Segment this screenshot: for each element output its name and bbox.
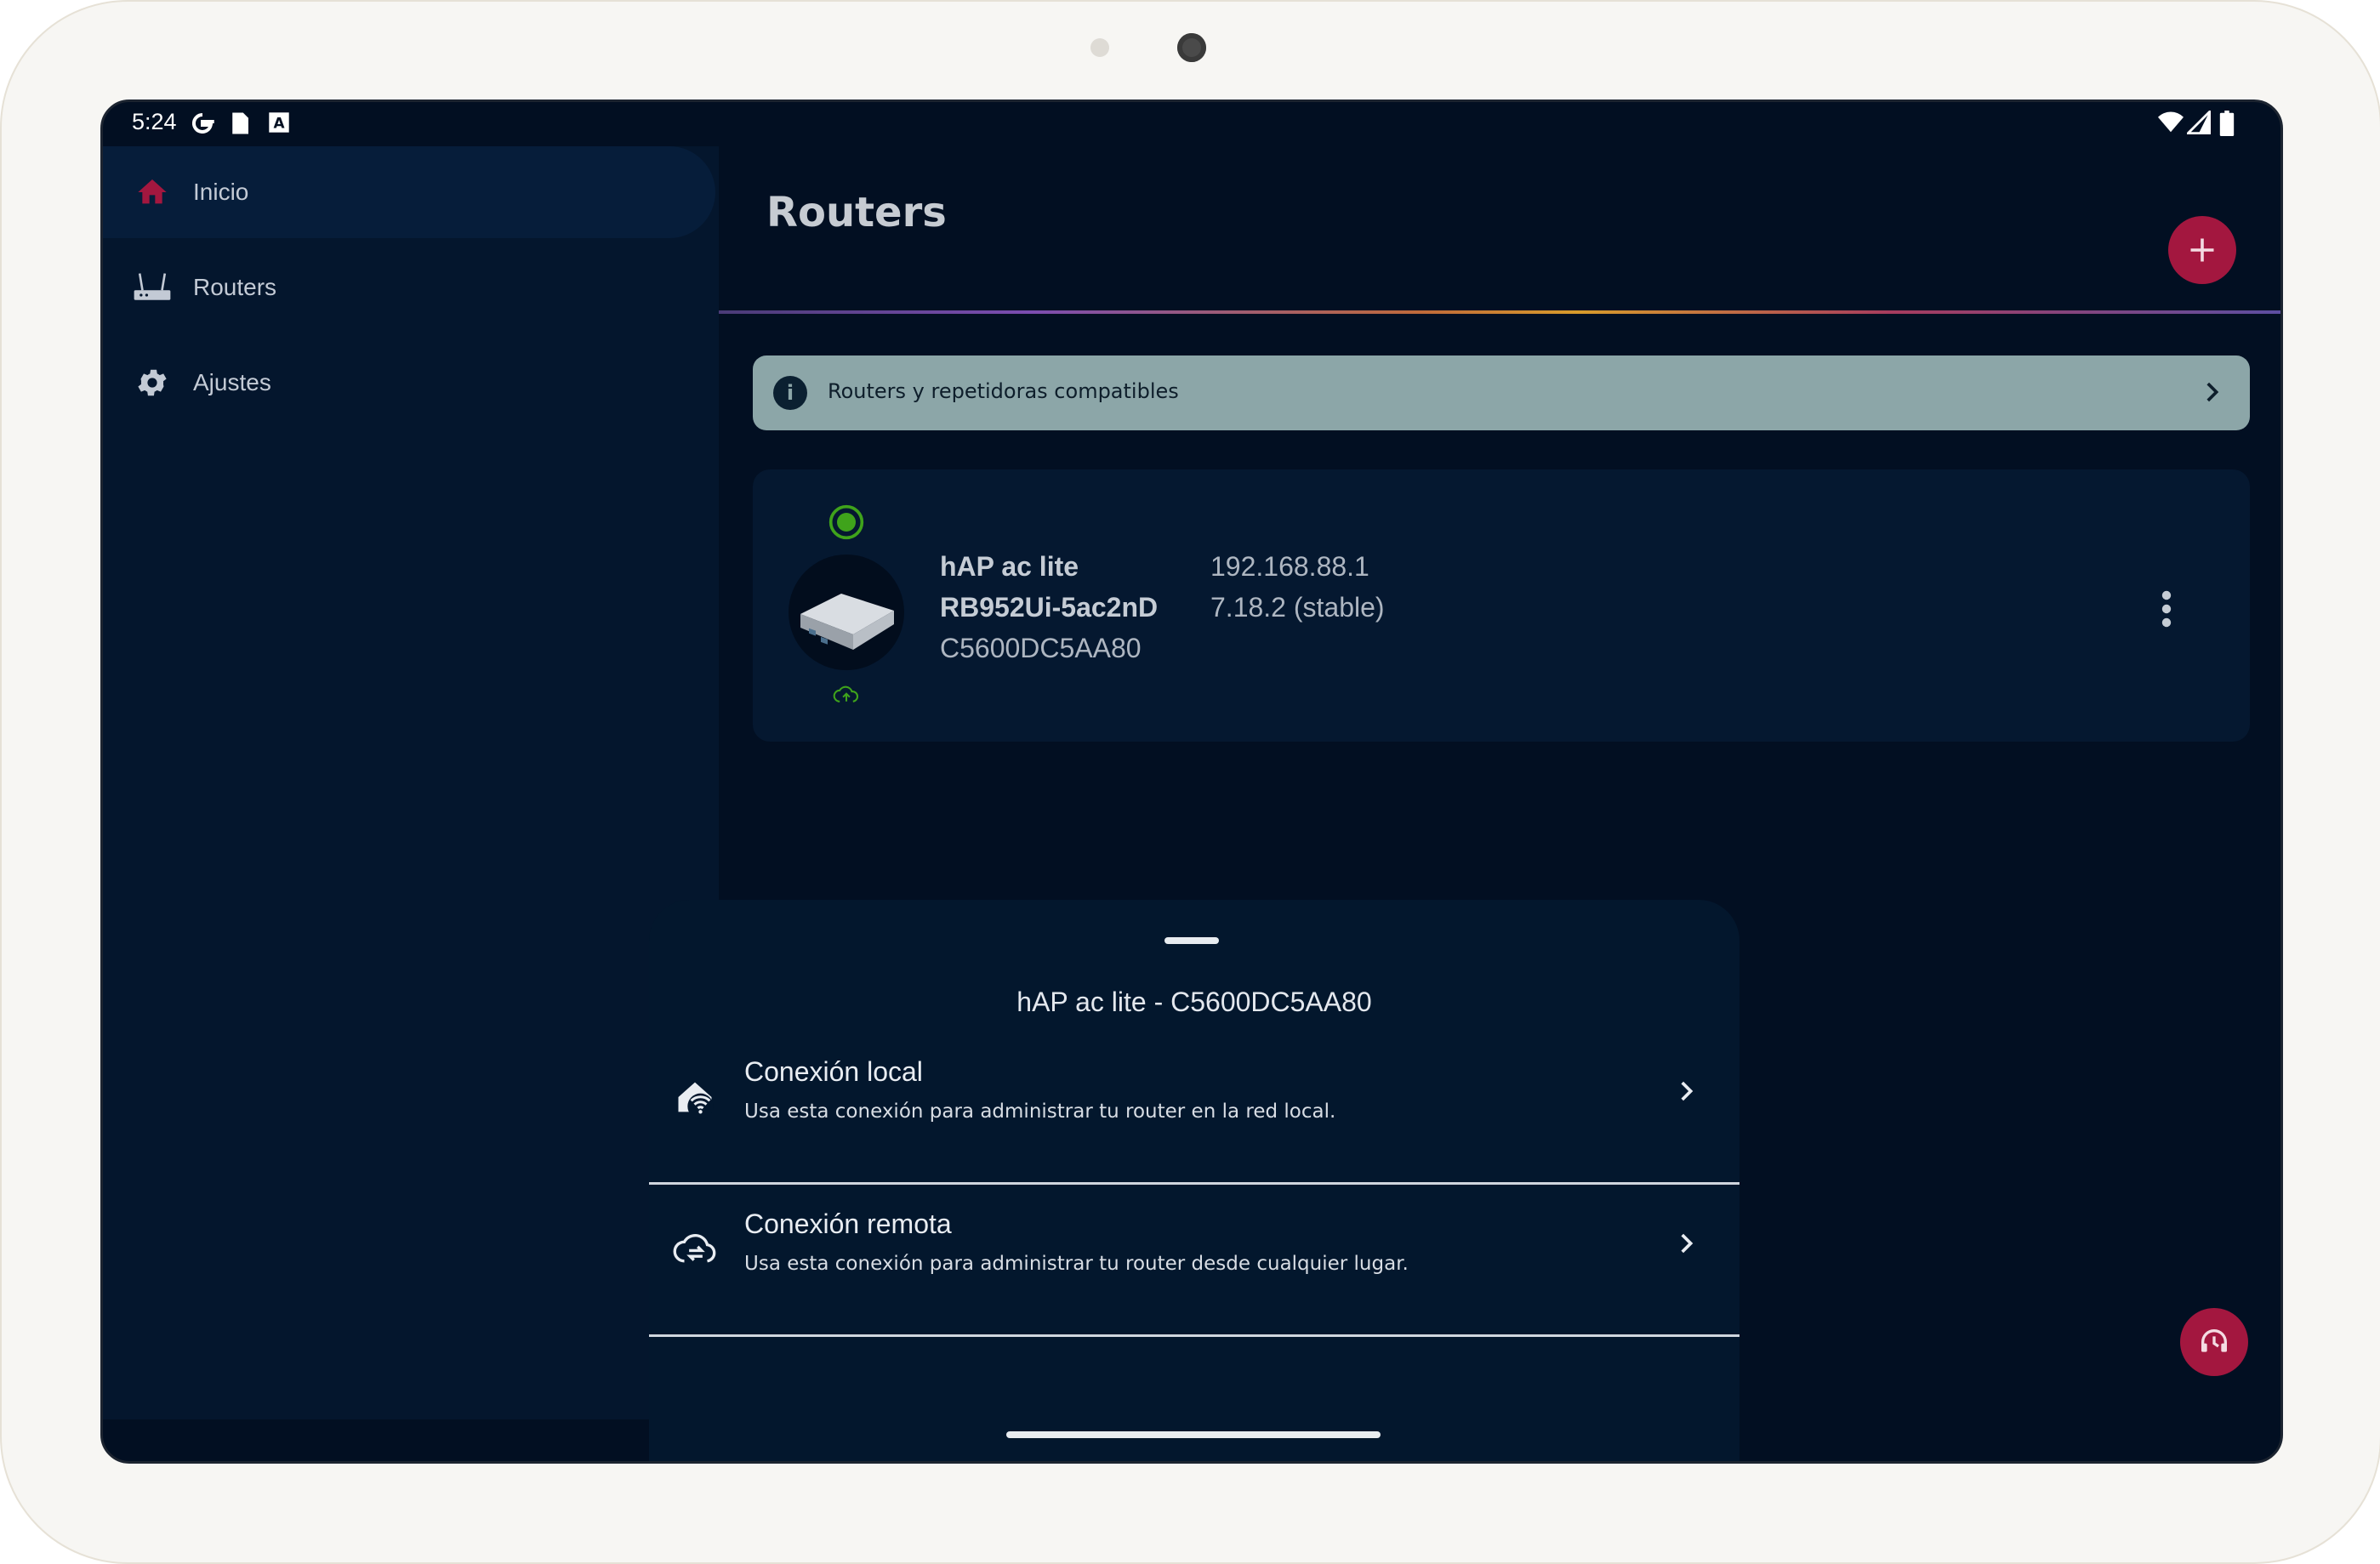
chevron-right-icon [1681, 1081, 1694, 1101]
sidebar-item-label: Routers [193, 274, 277, 300]
router-model: RB952Ui-5ac2nD [940, 592, 1159, 623]
chevron-right-icon [2206, 382, 2219, 402]
option-subtitle: Usa esta conexión para administrar tu ro… [744, 1253, 1409, 1275]
screen: 5:24 A Inicio Routers Ajustes Routers i … [100, 100, 2283, 1464]
connection-bottom-sheet: hAP ac lite - C5600DC5AA80 Conexión loca… [649, 900, 1739, 1461]
router-image [789, 555, 904, 670]
header-divider [719, 310, 2280, 314]
info-icon: i [773, 376, 807, 410]
sidebar-item-inicio[interactable]: Inicio [103, 146, 715, 238]
support-button[interactable] [2180, 1308, 2248, 1376]
headset-icon [2201, 1329, 2227, 1352]
banner-text: Routers y repetidoras compatibles [828, 379, 1179, 403]
svg-text:A: A [273, 115, 284, 132]
battery-icon [2219, 111, 2235, 136]
option-title: Conexión remota [744, 1209, 952, 1239]
status-bar: 5:24 A [103, 102, 2280, 146]
sidebar: Inicio Routers Ajustes [103, 146, 719, 1419]
gear-icon [132, 362, 173, 403]
sidebar-item-routers[interactable]: Routers [103, 242, 715, 333]
router-ip: 192.168.88.1 [1210, 551, 1369, 582]
online-status-icon [828, 504, 864, 540]
home-wifi-icon [678, 1082, 714, 1119]
compatible-routers-banner[interactable]: i Routers y repetidoras compatibles [753, 355, 2250, 430]
cloud-sync-icon [673, 1233, 716, 1263]
sheet-title: hAP ac lite - C5600DC5AA80 [1016, 987, 1372, 1017]
router-icon [132, 267, 173, 308]
signal-icon [2187, 111, 2211, 134]
sidebar-item-label: Ajustes [193, 369, 271, 395]
front-camera [1177, 33, 1206, 62]
sidebar-item-ajustes[interactable]: Ajustes [103, 337, 715, 429]
page-title: Routers [766, 189, 947, 236]
sheet-drag-handle[interactable] [1164, 937, 1219, 944]
router-version: 7.18.2 (stable) [1210, 592, 1385, 623]
add-router-button[interactable] [2168, 216, 2236, 284]
option-title: Conexión local [744, 1056, 923, 1087]
home-icon [132, 172, 173, 213]
sim-card-icon [232, 112, 248, 134]
keyboard-a-icon: A [269, 112, 289, 133]
status-time: 5:24 [132, 109, 177, 134]
wifi-icon [2158, 111, 2184, 133]
gesture-navigation-bar[interactable] [1006, 1431, 1381, 1438]
remote-connection-option[interactable]: Conexión remota Usa esta conexión para a… [649, 1185, 1739, 1337]
router-card[interactable]: hAP ac lite RB952Ui-5ac2nD C5600DC5AA80 … [753, 469, 2250, 742]
more-options-icon[interactable] [2156, 589, 2177, 629]
sensor-dot [1090, 38, 1109, 57]
sidebar-item-label: Inicio [193, 179, 249, 205]
router-serial: C5600DC5AA80 [940, 633, 1142, 663]
cloud-sync-icon [833, 685, 859, 702]
plus-icon [2190, 238, 2214, 262]
chevron-right-icon [1681, 1233, 1694, 1254]
option-subtitle: Usa esta conexión para administrar tu ro… [744, 1100, 1336, 1123]
tablet-frame: 5:24 A Inicio Routers Ajustes Routers i … [0, 0, 2380, 1564]
local-connection-option[interactable]: Conexión local Usa esta conexión para ad… [649, 1032, 1739, 1185]
google-icon [191, 112, 214, 134]
router-name: hAP ac lite [940, 551, 1079, 582]
